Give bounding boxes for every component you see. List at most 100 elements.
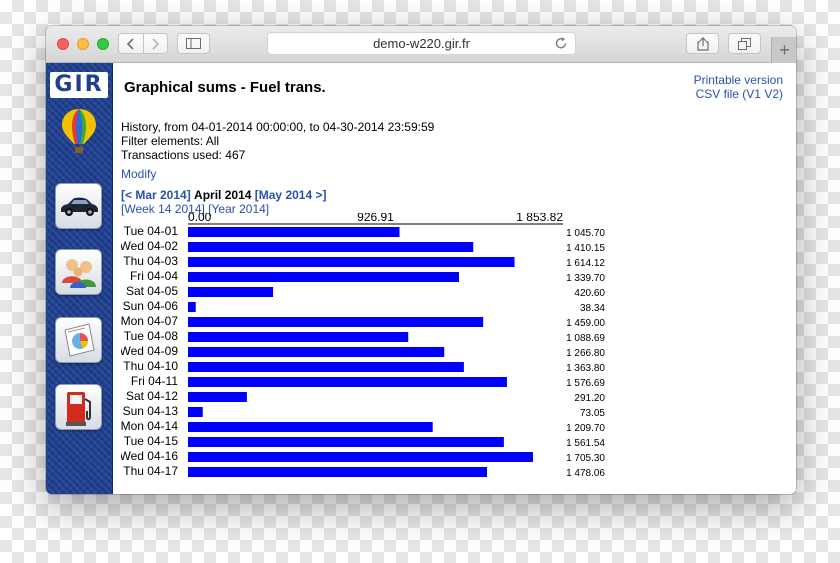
sidebar-item-fuel[interactable]	[55, 384, 102, 430]
new-tab-button[interactable]: +	[771, 37, 796, 63]
x-tick-label: 926.91	[357, 213, 394, 224]
bar	[188, 362, 464, 372]
csv-v1-link[interactable]: V1	[746, 87, 761, 101]
url-text: demo-w220.gir.fr	[373, 36, 470, 51]
minimize-window-button[interactable]	[77, 38, 89, 50]
nav-buttons	[118, 33, 168, 54]
bar	[188, 422, 433, 432]
value-label: 73.05	[580, 408, 605, 419]
tabs-icon	[738, 37, 751, 50]
chevron-right-icon	[152, 37, 160, 50]
category-label: Wed 04-02	[121, 239, 178, 253]
modify-link[interactable]: Modify	[121, 167, 156, 181]
x-tick-label: 1 853.82	[516, 213, 563, 224]
value-label: 1 614.12	[566, 258, 605, 269]
next-month-link[interactable]: [May 2014 >]	[255, 188, 327, 202]
sidebar-item-users[interactable]	[55, 249, 102, 295]
category-label: Thu 04-17	[123, 464, 178, 478]
x-tick-label: 0.00	[188, 213, 212, 224]
share-icon	[696, 36, 709, 51]
period-navigation: [< Mar 2014] April 2014 [May 2014 >] [We…	[121, 188, 326, 216]
history-range: History, from 04-01-2014 00:00:00, to 04…	[121, 120, 435, 134]
csv-file-link[interactable]: CSV file (	[696, 87, 747, 101]
bar	[188, 287, 274, 297]
category-label: Sat 04-05	[126, 284, 178, 298]
fuel-pump-icon	[65, 392, 91, 426]
fuel-sums-bar-chart: 0.00 926.91 1 853.82 Tue 04-01 1 045.70 Wed 0…	[121, 213, 605, 479]
category-label: Thu 04-03	[123, 254, 178, 268]
zoom-window-button[interactable]	[97, 38, 109, 50]
csv-v2-link[interactable]: V2	[764, 87, 779, 101]
hot-air-balloon-icon	[62, 109, 96, 153]
category-label: Sun 04-13	[123, 404, 179, 418]
value-label: 420.60	[574, 288, 605, 299]
value-label: 291.20	[574, 393, 605, 404]
transactions-used: Transactions used: 467	[121, 148, 246, 162]
value-label: 1 088.69	[566, 333, 605, 344]
category-label: Sat 04-12	[126, 389, 178, 403]
category-label: Mon 04-07	[121, 314, 178, 328]
category-label: Thu 04-10	[123, 359, 178, 373]
chevron-left-icon	[126, 37, 134, 50]
report-icon	[63, 323, 95, 357]
category-label: Tue 04-15	[124, 434, 179, 448]
export-links: Printable version CSV file (V1 V2)	[694, 73, 783, 101]
close-window-button[interactable]	[57, 38, 69, 50]
reload-icon[interactable]	[555, 36, 568, 50]
value-label: 1 045.70	[566, 228, 605, 239]
bar	[188, 227, 400, 237]
category-label: Fri 04-04	[130, 269, 178, 283]
value-label: 1 705.30	[566, 453, 605, 464]
forward-button[interactable]	[142, 34, 168, 53]
bar	[188, 467, 487, 477]
browser-window: demo-w220.gir.fr + GIR Graphical sums - …	[46, 26, 796, 494]
value-label: 1 363.80	[566, 363, 605, 374]
report-info: History, from 04-01-2014 00:00:00, to 04…	[121, 120, 434, 162]
bar	[188, 317, 484, 327]
category-label: Wed 04-16	[121, 449, 178, 463]
bar	[188, 347, 445, 357]
bar	[188, 452, 533, 462]
value-label: 1 561.54	[566, 438, 605, 449]
value-label: 1 576.69	[566, 378, 605, 389]
back-button[interactable]	[119, 34, 143, 53]
bar	[188, 257, 515, 267]
category-label: Sun 04-06	[123, 299, 179, 313]
category-label: Tue 04-01	[124, 224, 179, 238]
value-label: 1 410.15	[566, 243, 605, 254]
car-icon	[60, 197, 98, 216]
app-sidebar: GIR	[46, 63, 113, 494]
web-content: GIR Graphical sums - Fuel trans. Printab…	[46, 63, 796, 494]
show-sidebar-button[interactable]	[177, 33, 210, 54]
bar	[188, 242, 474, 252]
browser-toolbar: demo-w220.gir.fr +	[46, 26, 796, 63]
bar	[188, 272, 460, 282]
main-panel: Graphical sums - Fuel trans. Printable v…	[121, 63, 791, 494]
show-tabs-button[interactable]	[728, 33, 761, 54]
value-label: 1 478.06	[566, 468, 605, 479]
bar	[188, 407, 203, 417]
printable-version-link[interactable]: Printable version	[694, 73, 783, 87]
current-month: April 2014	[194, 188, 252, 202]
share-button[interactable]	[686, 33, 719, 54]
value-label: 1 209.70	[566, 423, 605, 434]
category-label: Fri 04-11	[131, 374, 178, 388]
address-bar[interactable]: demo-w220.gir.fr	[267, 32, 576, 55]
bar	[188, 392, 247, 402]
value-label: 1 339.70	[566, 273, 605, 284]
sidebar-icon	[186, 38, 201, 49]
bar	[188, 377, 507, 387]
value-label: 1 459.00	[566, 318, 605, 329]
bar	[188, 332, 409, 342]
value-label: 38.34	[580, 303, 605, 314]
bar	[188, 437, 504, 447]
gir-logo: GIR	[50, 72, 108, 98]
sidebar-item-reports[interactable]	[55, 317, 102, 363]
users-icon	[61, 259, 96, 288]
csv-close-paren: )	[779, 87, 783, 101]
prev-month-link[interactable]: [< Mar 2014]	[121, 188, 191, 202]
sidebar-item-vehicles[interactable]	[55, 183, 102, 229]
category-label: Mon 04-14	[121, 419, 178, 433]
page-title: Graphical sums - Fuel trans.	[124, 79, 326, 96]
value-label: 1 266.80	[566, 348, 605, 359]
